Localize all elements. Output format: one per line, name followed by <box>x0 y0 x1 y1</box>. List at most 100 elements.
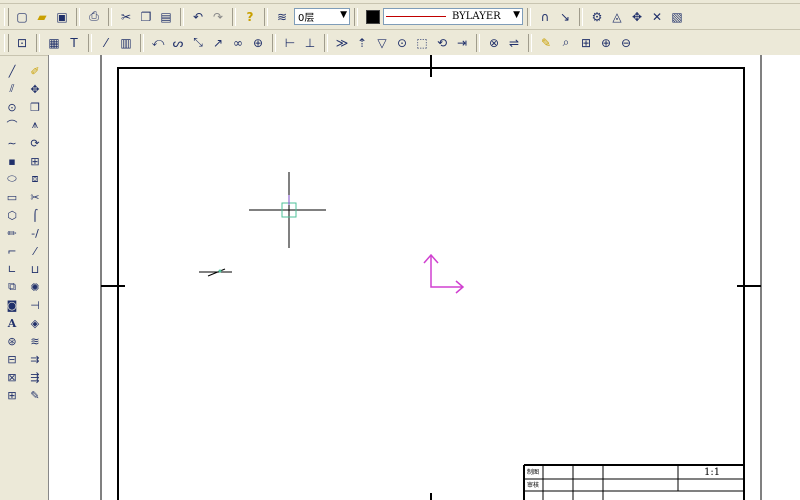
xline-icon[interactable]: ⫽ <box>3 80 21 98</box>
eraser-icon[interactable]: ✐ <box>26 62 44 80</box>
toolbar-grip[interactable] <box>4 33 9 52</box>
angle-icon[interactable]: ∟ <box>3 260 21 278</box>
table-icon[interactable]: ▥ <box>117 34 135 52</box>
rectang-icon[interactable]: ▭ <box>3 188 21 206</box>
dist-icon[interactable]: ⊢ <box>281 34 299 52</box>
print-icon[interactable]: ⎙ <box>85 8 103 26</box>
dim-icon[interactable]: ⁄ <box>97 34 115 52</box>
trace-icon[interactable]: ↘ <box>556 8 574 26</box>
layer-dropdown[interactable]: 0层 ▼ <box>294 8 350 25</box>
zoom-window-icon[interactable]: ◬ <box>608 8 626 26</box>
hatch-icon[interactable]: ⊕ <box>249 34 267 52</box>
arc-icon[interactable]: ↗ <box>209 34 227 52</box>
copy-icon[interactable]: ❐ <box>137 8 155 26</box>
drawing-svg[interactable] <box>48 55 800 500</box>
redo-icon[interactable]: ↷ <box>209 8 227 26</box>
bracket-icon[interactable]: ⌐ <box>3 242 21 260</box>
zoom-in-icon[interactable]: ⊕ <box>597 34 615 52</box>
zoom-window2-icon[interactable]: ⊞ <box>577 34 595 52</box>
zoom-prev-icon[interactable]: ⇥ <box>453 34 471 52</box>
mass-icon[interactable]: ⊙ <box>393 34 411 52</box>
explode-icon[interactable]: ✺ <box>26 278 44 296</box>
open-icon[interactable]: ▰ <box>33 8 51 26</box>
table-icon[interactable]: ⊞ <box>3 386 21 404</box>
list-icon[interactable]: ≫ <box>333 34 351 52</box>
arc-icon[interactable]: ⌒ <box>3 116 21 134</box>
match-icon[interactable]: ✎ <box>26 386 44 404</box>
id-icon[interactable]: ⇡ <box>353 34 371 52</box>
fillet-icon[interactable]: ⌠ <box>26 206 44 224</box>
lengthen-icon[interactable]: ◈ <box>26 314 44 332</box>
toolbar-grip[interactable] <box>4 7 9 26</box>
chevron-down-icon[interactable]: ▼ <box>513 10 520 20</box>
mirror-icon[interactable]: ⩚ <box>26 116 44 134</box>
pan-icon[interactable]: ⬚ <box>413 34 431 52</box>
offset-icon[interactable]: ⊣ <box>26 296 44 314</box>
polyline-icon[interactable]: ⤺ <box>149 34 167 52</box>
circle-icon[interactable]: ⊙ <box>3 98 21 116</box>
block-icon[interactable]: ⊛ <box>3 332 21 350</box>
draw-toolbar: ╱ ⫽ ⊙ ⌒ ∼ ▪ ⬭ ▭ ⬡ ✏ ⌐ ∟ ⧉ ◙ A ⊛ ⊟ ⊠ ⊞ <box>2 62 22 404</box>
point-icon[interactable]: ▪ <box>3 152 21 170</box>
layers-icon[interactable]: ≋ <box>273 8 291 26</box>
paste-icon[interactable]: ▤ <box>157 8 175 26</box>
zoom-out-icon[interactable]: ⊖ <box>617 34 635 52</box>
rotate-icon[interactable]: ⟳ <box>26 134 44 152</box>
array-icon[interactable]: ⊞ <box>26 152 44 170</box>
separator <box>528 33 532 52</box>
stretch-icon[interactable]: ⊔ <box>26 260 44 278</box>
zoom-extents-icon[interactable]: ⊗ <box>485 34 503 52</box>
layer-value: 0层 <box>298 13 315 24</box>
move-icon[interactable]: ✥ <box>26 80 44 98</box>
ucs-icon <box>423 253 465 294</box>
region-icon[interactable]: ⧉ <box>3 278 21 296</box>
brush-icon[interactable]: ✎ <box>537 34 555 52</box>
wipeout-icon[interactable]: ◙ <box>3 296 21 314</box>
break-icon[interactable]: -/ <box>26 224 44 242</box>
region-icon[interactable]: ▽ <box>373 34 391 52</box>
line-icon[interactable]: ╱ <box>3 62 21 80</box>
save-icon[interactable]: ▣ <box>53 8 71 26</box>
hatch-icon[interactable]: ⇶ <box>26 368 44 386</box>
undo-icon[interactable]: ↶ <box>189 8 207 26</box>
area-icon[interactable]: ⊥ <box>301 34 319 52</box>
separator <box>36 33 40 52</box>
separator <box>264 7 268 26</box>
circle-icon[interactable]: ⤡ <box>189 34 207 52</box>
text-icon[interactable]: A <box>3 314 21 332</box>
zoom-icon[interactable]: ⟲ <box>433 34 451 52</box>
attribute-icon[interactable]: ⊠ <box>3 368 21 386</box>
object-toolbar: ⊡ ▦ T ⁄ ▥ ⤺ ᔕ ⤡ ↗ ∞ ⊕ ⊢ ⊥ ≫ ⇡ ▽ ⊙ ⬚ ⟲ ⇥ … <box>0 30 800 56</box>
properties-icon[interactable]: ⚙ <box>588 8 606 26</box>
scale-icon[interactable]: ⧈ <box>26 170 44 188</box>
design-center-icon[interactable]: ✕ <box>648 8 666 26</box>
linetype-dropdown[interactable]: BYLAYER ▼ <box>383 8 523 25</box>
cut-icon[interactable]: ✂ <box>117 8 135 26</box>
join-icon[interactable]: ⁄ <box>26 242 44 260</box>
spline-icon[interactable]: ∼ <box>3 134 21 152</box>
copy-icon[interactable]: ❐ <box>26 98 44 116</box>
snap-icon[interactable]: ∩ <box>536 8 554 26</box>
block-icon[interactable]: ∞ <box>229 34 247 52</box>
spline-icon[interactable]: ᔕ <box>169 34 187 52</box>
trim-icon[interactable]: ✂ <box>26 188 44 206</box>
pencil-icon[interactable]: ✏ <box>3 224 21 242</box>
scale-label: 1:1 <box>704 467 721 478</box>
modify-toolbar: ✐ ✥ ❐ ⩚ ⟳ ⊞ ⧈ ✂ ⌠ -/ ⁄ ⊔ ✺ ⊣ ◈ ≋ ⇉ ⇶ ✎ <box>25 62 45 404</box>
new-icon[interactable]: ▢ <box>13 8 31 26</box>
help-icon[interactable]: ? <box>241 8 259 26</box>
zoom-all-icon[interactable]: ⇌ <box>505 34 523 52</box>
realtime-zoom-icon[interactable]: ⌕ <box>557 34 575 52</box>
chamfer-icon[interactable]: ≋ <box>26 332 44 350</box>
ellipse-icon[interactable]: ⬭ <box>3 170 21 188</box>
polygon-icon[interactable]: ⬡ <box>3 206 21 224</box>
extend-icon[interactable]: ⇉ <box>26 350 44 368</box>
insert-icon[interactable]: ⊟ <box>3 350 21 368</box>
tools-icon[interactable]: ✥ <box>628 8 646 26</box>
grid-icon[interactable]: ▦ <box>45 34 63 52</box>
chevron-down-icon[interactable]: ▼ <box>340 10 347 20</box>
palette-icon[interactable]: ▧ <box>668 8 686 26</box>
color-icon[interactable] <box>366 9 380 24</box>
ortho-icon[interactable]: ⊡ <box>13 34 31 52</box>
text-style-icon[interactable]: T <box>65 34 83 52</box>
